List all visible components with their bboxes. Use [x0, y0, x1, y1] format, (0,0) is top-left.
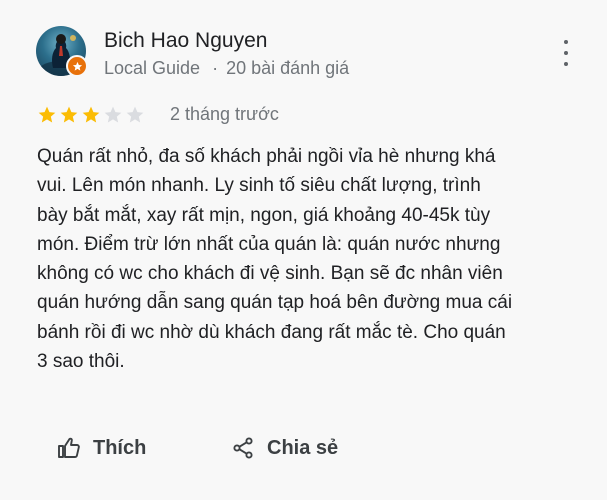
- review-line: bày bắt mắt, xay rất mịn, ngon, giá khoả…: [37, 204, 491, 226]
- reviewer-name[interactable]: Bich Hao Nguyen: [104, 29, 267, 53]
- star-filled-icon: [38, 106, 56, 123]
- review-line: 3 sao thôi.: [37, 351, 125, 373]
- star-empty-icon: [126, 106, 144, 123]
- thumb-up-icon: [58, 437, 80, 458]
- more-dot: [564, 40, 568, 44]
- star-empty-icon: [104, 106, 122, 123]
- review-line: món. Điểm trừ lớn nhất của quán là: quán…: [37, 233, 501, 255]
- review-line: quán hướng dẫn sang quán tạp hoá bên đườ…: [37, 292, 513, 314]
- review-line: không có wc cho khách đi vệ sinh. Bạn sẽ…: [37, 263, 503, 285]
- review-line: vui. Lên món nhanh. Ly sinh tố siêu chất…: [37, 175, 481, 197]
- more-dot: [564, 51, 568, 55]
- share-icon: [233, 437, 253, 459]
- reviewer-level: Local Guide: [104, 58, 201, 78]
- review-card: Bich Hao Nguyen Local Guide · 20 bài đánh …: [0, 0, 607, 500]
- share-label: Chia sẻ: [267, 436, 339, 459]
- share-button[interactable]: Chia sẻ: [231, 436, 338, 460]
- star-rating: [37, 105, 145, 125]
- like-button[interactable]: Thích: [57, 436, 146, 460]
- review-text: Quán rất nhỏ, đa số khách phải ngồi vỉa …: [37, 142, 577, 376]
- more-dot: [564, 62, 568, 66]
- meta-separator: ·: [212, 58, 219, 78]
- review-line: bánh rồi đi wc nhờ dù khách đang rất mắc…: [37, 321, 506, 343]
- review-time: 2 tháng trước: [170, 104, 279, 124]
- star-filled-icon: [82, 106, 100, 123]
- review-line: Quán rất nhỏ, đa số khách phải ngồi vỉa …: [37, 146, 496, 167]
- reviewer-meta: Local Guide · 20 bài đánh giá: [104, 58, 349, 79]
- more-vert-icon[interactable]: [558, 40, 574, 66]
- like-label: Thích: [93, 436, 147, 459]
- star-filled-icon: [60, 106, 78, 123]
- review-count: 20 bài đánh giá: [226, 58, 350, 78]
- local-guide-star-icon: [66, 55, 88, 77]
